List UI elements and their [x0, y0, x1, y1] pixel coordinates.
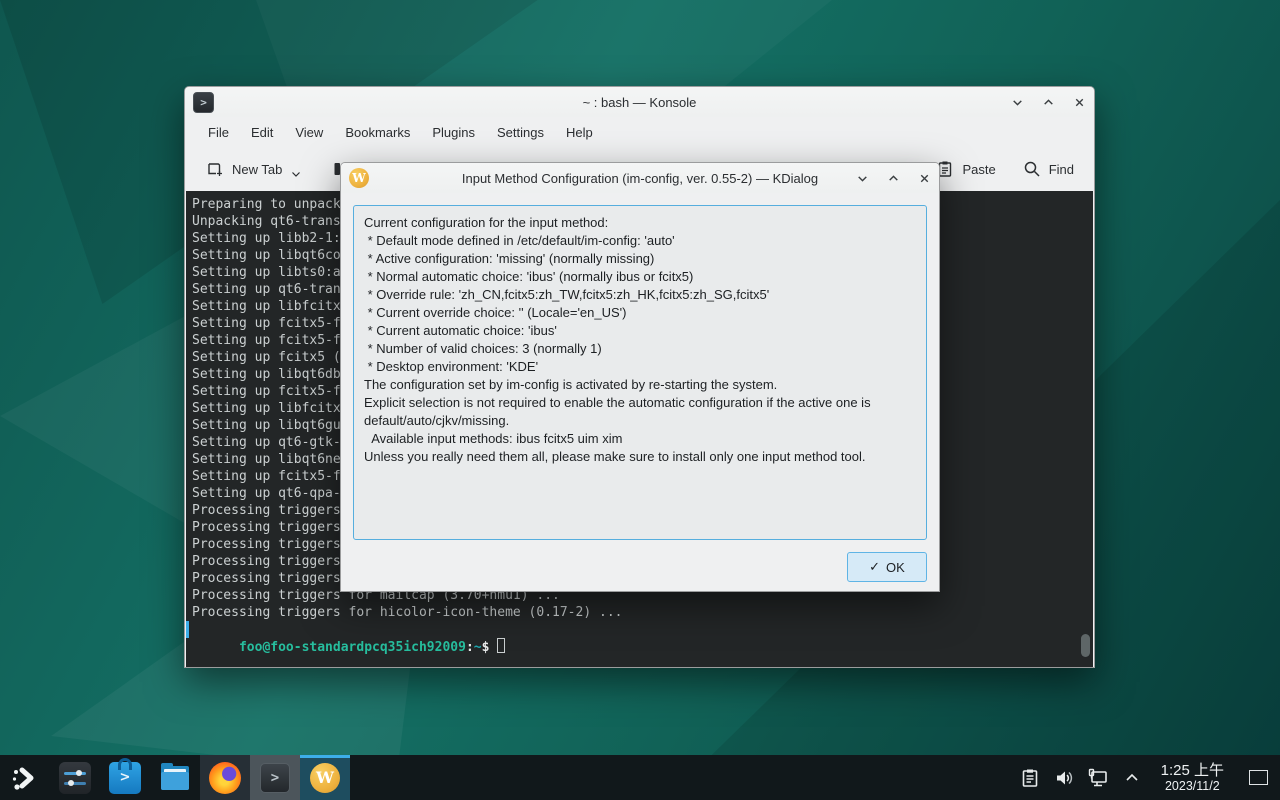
expand-tray-button[interactable] — [1119, 765, 1145, 791]
show-desktop-button[interactable] — [1246, 768, 1270, 788]
prompt-user-host: foo@foo-standardpcq35ich92009 — [239, 640, 466, 655]
clock-time: 1:25 上午 — [1161, 762, 1224, 779]
new-tab-icon — [205, 159, 225, 179]
terminal-scrollbar-thumb[interactable] — [1081, 634, 1090, 657]
konsole-app-icon: > — [193, 92, 214, 113]
konsole-window-title: ~ : bash — Konsole — [185, 95, 1094, 110]
konsole-icon: > — [260, 763, 290, 793]
dolphin-launcher[interactable] — [150, 755, 200, 800]
system-settings-icon — [59, 762, 91, 794]
taskbar-task-im-config[interactable]: W — [300, 755, 350, 800]
clipboard-icon — [1019, 767, 1041, 789]
show-desktop-icon — [1249, 770, 1268, 785]
application-launcher-button[interactable] — [0, 755, 50, 800]
digital-clock[interactable]: 1:25 上午 2023/11/2 — [1153, 762, 1232, 794]
konsole-menubar: File Edit View Bookmarks Plugins Setting… — [185, 117, 1094, 147]
firefox-icon — [209, 762, 241, 794]
maximize-icon[interactable] — [1041, 95, 1055, 109]
chevron-down-icon — [291, 171, 301, 178]
prompt-path: ~ — [474, 640, 482, 655]
menu-plugins[interactable]: Plugins — [421, 120, 486, 145]
taskbar-task-firefox[interactable] — [200, 755, 250, 800]
check-icon: ✓ — [869, 559, 880, 575]
im-config-icon: W — [349, 168, 369, 188]
volume-tray-button[interactable] — [1051, 765, 1077, 791]
prompt-colon: : — [466, 640, 474, 655]
prompt-marker — [186, 621, 189, 638]
dialog-title: Input Method Configuration (im-config, v… — [341, 171, 939, 186]
discover-launcher[interactable]: > — [100, 755, 150, 800]
terminal-prompt-line: foo@foo-standardpcq35ich92009:~$ — [192, 621, 1093, 638]
terminal-cursor — [497, 638, 505, 653]
search-icon — [1022, 159, 1042, 179]
ok-button[interactable]: ✓ OK — [847, 552, 927, 582]
ok-button-label: OK — [886, 560, 905, 575]
clock-date: 2023/11/2 — [1161, 779, 1224, 793]
network-icon — [1086, 766, 1110, 790]
taskbar-task-konsole[interactable]: > — [250, 755, 300, 800]
im-config-dialog: W Input Method Configuration (im-config,… — [340, 162, 940, 592]
new-tab-label: New Tab — [232, 162, 282, 177]
menu-file[interactable]: File — [197, 120, 240, 145]
konsole-titlebar[interactable]: > ~ : bash — Konsole — [185, 87, 1094, 117]
maximize-icon[interactable] — [886, 171, 900, 185]
menu-settings[interactable]: Settings — [486, 120, 555, 145]
find-label: Find — [1049, 162, 1074, 177]
dialog-titlebar[interactable]: W Input Method Configuration (im-config,… — [341, 163, 939, 193]
dialog-message-box: Current configuration for the input meth… — [353, 205, 927, 540]
menu-edit[interactable]: Edit — [240, 120, 284, 145]
kde-launcher-icon — [9, 762, 41, 794]
chevron-up-icon — [1124, 770, 1140, 786]
menu-help[interactable]: Help — [555, 120, 604, 145]
close-icon[interactable] — [1072, 95, 1086, 109]
speaker-icon — [1053, 767, 1075, 789]
network-tray-button[interactable] — [1085, 765, 1111, 791]
find-button[interactable]: Find — [1016, 153, 1080, 185]
new-tab-button[interactable]: New Tab — [199, 153, 307, 185]
terminal-line: Processing triggers for hicolor-icon-the… — [192, 604, 1093, 621]
clipboard-tray-button[interactable] — [1017, 765, 1043, 791]
menu-bookmarks[interactable]: Bookmarks — [334, 120, 421, 145]
menu-view[interactable]: View — [284, 120, 334, 145]
minimize-icon[interactable] — [1010, 95, 1024, 109]
close-icon[interactable] — [917, 171, 931, 185]
im-config-icon: W — [310, 763, 340, 793]
folder-icon — [159, 762, 191, 794]
dialog-message: Current configuration for the input meth… — [364, 214, 916, 466]
taskbar-panel: > > W — [0, 755, 1280, 800]
paste-label: Paste — [962, 162, 995, 177]
system-settings-launcher[interactable] — [50, 755, 100, 800]
minimize-icon[interactable] — [855, 171, 869, 185]
paste-button[interactable]: Paste — [929, 153, 1001, 185]
prompt-dollar: $ — [482, 640, 490, 655]
discover-icon: > — [109, 762, 141, 794]
